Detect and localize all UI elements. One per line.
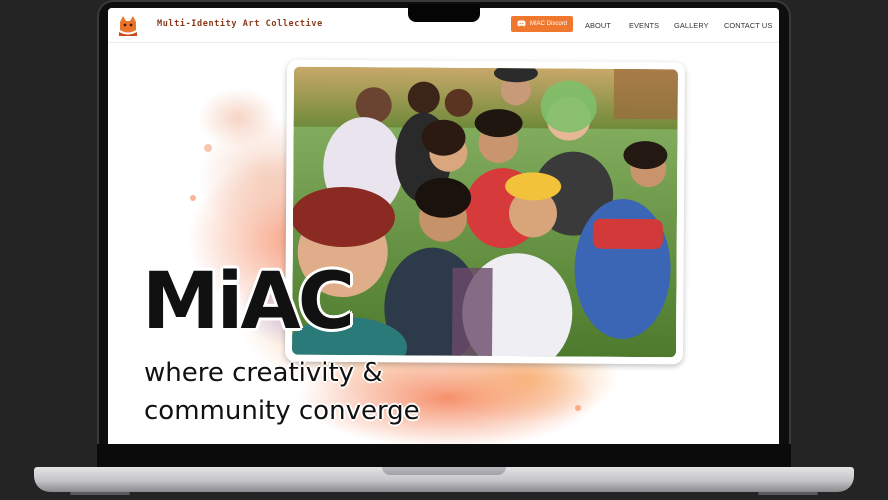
discord-label: MIAC Discord [530,21,568,27]
camera-notch [408,4,480,22]
nav-link-about[interactable]: ABOUT [585,21,611,30]
brand-name[interactable]: Multi-Identity Art Collective [157,19,323,29]
laptop-foot [70,492,130,495]
discord-button[interactable]: MIAC Discord [511,16,574,32]
discord-icon [517,19,526,29]
laptop-opening-notch [382,467,506,475]
website-screen: Multi-Identity Art Collective MIAC Disco… [108,8,779,444]
hero-tagline: where creativity & community converge [144,354,420,430]
laptop-chin [97,444,791,468]
nav-link-contact-us[interactable]: CONTACT US [724,21,772,30]
hero-tagline-line2: community converge [144,396,420,426]
miac-logo-icon[interactable] [117,13,139,37]
hero-tagline-line1: where creativity & [144,358,383,388]
laptop-foot [758,492,818,495]
nav-link-gallery[interactable]: GALLERY [674,21,709,30]
nav-link-events[interactable]: EVENTS [629,21,659,30]
hero-title: MiAC [142,257,355,347]
